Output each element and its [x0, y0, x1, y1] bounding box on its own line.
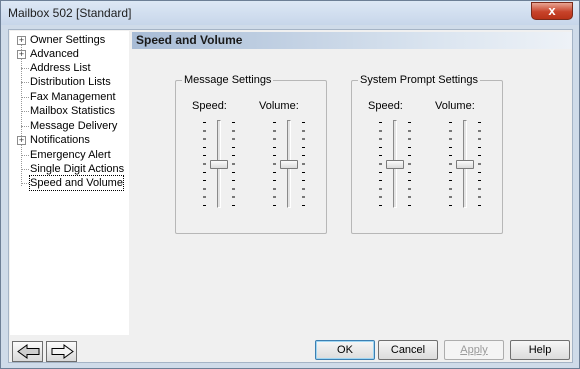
- tree-item-label: Single Digit Actions: [30, 163, 125, 175]
- tree-connector: [21, 183, 29, 184]
- tree-connector: [21, 39, 22, 186]
- close-icon: x: [548, 3, 556, 18]
- tree-item-label: Address List: [30, 62, 91, 74]
- slider-thumb[interactable]: [280, 160, 298, 169]
- ok-button[interactable]: OK: [315, 340, 375, 360]
- tree-item-label: Emergency Alert: [30, 149, 111, 161]
- tree-item-label: Notifications: [30, 134, 90, 146]
- back-button[interactable]: [12, 341, 43, 362]
- slider-ticks: [273, 122, 276, 206]
- section-header: Speed and Volume: [132, 32, 572, 49]
- close-button[interactable]: x: [531, 2, 573, 20]
- tree-item-label: Mailbox Statistics: [30, 105, 115, 117]
- tree-connector: [21, 68, 29, 69]
- arrow-right-icon: [51, 344, 74, 359]
- group-legend: System Prompt Settings: [358, 74, 480, 87]
- forward-button[interactable]: [46, 341, 77, 362]
- settings-tree: + Owner Settings + Advanced Address List…: [10, 31, 129, 335]
- tree-item-label: Advanced: [30, 48, 79, 60]
- tree-item-label: Message Delivery: [30, 120, 118, 132]
- prompt-speed-slider[interactable]: [377, 116, 413, 214]
- tree-item-label: Fax Management: [30, 91, 116, 103]
- message-speed-slider[interactable]: [201, 116, 237, 214]
- prompt-volume-slider[interactable]: [447, 116, 483, 214]
- slider-ticks: [478, 122, 481, 206]
- tree-item-label: Distribution Lists: [30, 76, 111, 88]
- slider-ticks: [232, 122, 235, 206]
- message-settings-group: Message Settings Speed: Volume:: [175, 74, 327, 234]
- tree-connector: [21, 82, 29, 83]
- volume-label: Volume:: [435, 100, 475, 112]
- tree-connector: [21, 169, 29, 170]
- arrow-left-icon: [17, 344, 40, 359]
- volume-label: Volume:: [259, 100, 299, 112]
- slider-thumb[interactable]: [210, 160, 228, 169]
- apply-button[interactable]: Apply: [444, 340, 504, 360]
- slider-ticks: [449, 122, 452, 206]
- expand-icon[interactable]: +: [17, 136, 26, 145]
- expand-icon[interactable]: +: [17, 50, 26, 59]
- slider-thumb[interactable]: [456, 160, 474, 169]
- tree-item-label: Owner Settings: [30, 34, 106, 46]
- tree-connector: [21, 97, 29, 98]
- message-volume-slider[interactable]: [271, 116, 307, 214]
- apply-button-label: Apply: [460, 344, 488, 356]
- slider-ticks: [408, 122, 411, 206]
- window-title: Mailbox 502 [Standard]: [8, 6, 132, 20]
- speed-label: Speed:: [192, 100, 227, 112]
- dialog-client: + Owner Settings + Advanced Address List…: [8, 29, 573, 363]
- slider-ticks: [379, 122, 382, 206]
- slider-thumb[interactable]: [386, 160, 404, 169]
- tree-connector: [21, 111, 29, 112]
- tree-connector: [21, 155, 29, 156]
- system-prompt-settings-group: System Prompt Settings Speed: Volume:: [351, 74, 503, 234]
- cancel-button[interactable]: Cancel: [378, 340, 438, 360]
- slider-ticks: [302, 122, 305, 206]
- tree-connector: [21, 126, 29, 127]
- group-legend: Message Settings: [182, 74, 274, 87]
- speed-label: Speed:: [368, 100, 403, 112]
- slider-ticks: [203, 122, 206, 206]
- mailbox-window: Mailbox 502 [Standard] x + Owner Setting…: [0, 0, 580, 369]
- title-bar[interactable]: Mailbox 502 [Standard] x: [1, 1, 579, 25]
- tree-item-label: Speed and Volume: [29, 175, 124, 191]
- help-button[interactable]: Help: [510, 340, 570, 360]
- expand-icon[interactable]: +: [17, 36, 26, 45]
